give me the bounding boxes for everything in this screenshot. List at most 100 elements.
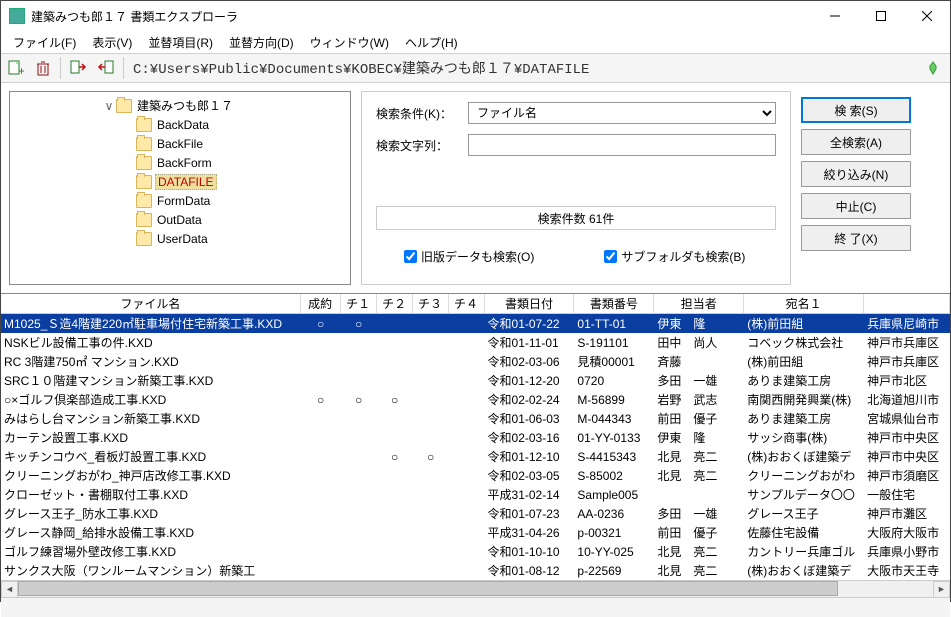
tree-item[interactable]: DATAFILE [12, 172, 348, 191]
cell [449, 428, 485, 447]
table-row[interactable]: SRC１０階建マンション新築工事.KXD令和01-12-200720多田 一雄あ… [1, 371, 950, 390]
cell [341, 504, 377, 523]
table-row[interactable]: グレース王子_防水工事.KXD令和01-07-23AA-0236多田 一雄グレー… [1, 504, 950, 523]
table-row[interactable]: RC 3階建750㎡ マンション.KXD令和02-03-06見積00001斉藤(… [1, 352, 950, 371]
tree-item[interactable]: BackData [12, 115, 348, 134]
table-row[interactable]: クリーニングおがわ_神戸店改修工事.KXD令和02-03-05S-85002北見… [1, 466, 950, 485]
table-row[interactable]: ○×ゴルフ倶楽部造成工事.KXD○○○令和02-02-24M-56899岩野 武… [1, 390, 950, 409]
import-button[interactable] [65, 55, 91, 81]
column-header[interactable]: ファイル名 [1, 294, 301, 313]
search-all-button[interactable]: 全検索(A) [801, 129, 911, 155]
table-row[interactable]: サンクス大阪（ワンルームマンション）新築工令和01-08-12p-22569北見… [1, 561, 950, 580]
horizontal-scrollbar[interactable]: ◄ ► [1, 580, 950, 597]
cell: (株)前田組 [744, 314, 864, 333]
cell [341, 352, 377, 371]
cell: 令和01-07-23 [485, 504, 575, 523]
menu-sort-dir[interactable]: 並替方向(D) [221, 32, 302, 53]
menu-help[interactable]: ヘルプ(H) [397, 32, 466, 53]
search-count: 検索件数 61件 [376, 206, 776, 230]
scroll-right-button[interactable]: ► [933, 581, 950, 598]
narrow-button[interactable]: 絞り込み(N) [801, 161, 911, 187]
export-button[interactable] [93, 55, 119, 81]
cell: クリーニングおがわ [744, 466, 864, 485]
column-header[interactable]: チ３ [413, 294, 449, 313]
search-condition-select[interactable]: ファイル名 [468, 102, 776, 124]
tree-root[interactable]: ∨建築みつも郎１７ [12, 96, 348, 115]
cell: M-044343 [574, 409, 654, 428]
cell: カーテン設置工事.KXD [1, 428, 301, 447]
menu-window[interactable]: ウィンドウ(W) [302, 32, 397, 53]
cell: 北見 亮二 [654, 561, 744, 580]
delete-button[interactable] [30, 55, 56, 81]
tree-item[interactable]: FormData [12, 191, 348, 210]
column-header[interactable] [864, 294, 950, 313]
menu-sort-item[interactable]: 並替項目(R) [140, 32, 221, 53]
grid-body[interactable]: M1025_Ｓ造4階建220㎡駐車場付住宅新築工事.KXD○○令和01-07-2… [1, 314, 950, 580]
cell [449, 466, 485, 485]
cell: 神戸市兵庫区 [864, 333, 950, 352]
cell: 神戸市中央区 [864, 428, 950, 447]
column-header[interactable]: 担当者 [654, 294, 744, 313]
column-header[interactable]: 宛名１ [744, 294, 864, 313]
cell: キッチンコウベ_看板灯設置工事.KXD [1, 447, 301, 466]
tree-item[interactable]: UserData [12, 229, 348, 248]
column-header[interactable]: 書類番号 [574, 294, 654, 313]
new-button[interactable]: + [2, 55, 28, 81]
cell [301, 561, 341, 580]
cell [413, 542, 449, 561]
cell: サンプルデータ〇〇 [744, 485, 864, 504]
table-row[interactable]: M1025_Ｓ造4階建220㎡駐車場付住宅新築工事.KXD○○令和01-07-2… [1, 314, 950, 333]
scroll-thumb[interactable] [18, 581, 838, 596]
table-row[interactable]: クローゼット・書棚取付工事.KXD平成31-02-14Sample005サンプル… [1, 485, 950, 504]
cell: 01-YY-0133 [574, 428, 654, 447]
cell [377, 314, 413, 333]
cell: Sample005 [574, 485, 654, 504]
table-row[interactable]: ゴルフ練習場外壁改修工事.KXD令和01-10-1010-YY-025北見 亮二… [1, 542, 950, 561]
cell: 多田 一雄 [654, 504, 744, 523]
folder-tree[interactable]: ∨建築みつも郎１７BackDataBackFileBackFormDATAFIL… [9, 91, 351, 285]
cell: M-56899 [574, 390, 654, 409]
cell: クリーニングおがわ_神戸店改修工事.KXD [1, 466, 301, 485]
cell: 北見 亮二 [654, 542, 744, 561]
cell: 兵庫県尼崎市 [864, 314, 950, 333]
cell [654, 485, 744, 504]
cell [341, 561, 377, 580]
cell: (株)おおくぼ建築デ [744, 447, 864, 466]
close-button[interactable] [904, 1, 950, 31]
cell [341, 523, 377, 542]
old-version-checkbox[interactable]: 旧版データも検索(O) [404, 248, 534, 265]
stop-button[interactable]: 中止(C) [801, 193, 911, 219]
column-header[interactable]: チ４ [449, 294, 485, 313]
column-header[interactable]: 書類日付 [485, 294, 575, 313]
table-row[interactable]: グレース静岡_給排水設備工事.KXD平成31-04-26p-00321前田 優子… [1, 523, 950, 542]
maximize-button[interactable] [858, 1, 904, 31]
search-button[interactable]: 検 索(S) [801, 97, 911, 123]
column-header[interactable]: 成約 [301, 294, 341, 313]
table-row[interactable]: キッチンコウベ_看板灯設置工事.KXD○○令和01-12-10S-4415343… [1, 447, 950, 466]
cell: SRC１０階建マンション新築工事.KXD [1, 371, 301, 390]
menu-view[interactable]: 表示(V) [84, 32, 140, 53]
menu-file[interactable]: ファイル(F) [5, 32, 84, 53]
column-header[interactable]: チ１ [341, 294, 377, 313]
tree-item[interactable]: OutData [12, 210, 348, 229]
search-condition-label: 検索条件(K)： [376, 105, 468, 122]
cell [449, 352, 485, 371]
subfolder-checkbox[interactable]: サブフォルダも検索(B) [604, 248, 745, 265]
close-app-button[interactable]: 終 了(X) [801, 225, 911, 251]
pin-icon[interactable] [920, 55, 946, 81]
table-row[interactable]: NSKビル設備工事の件.KXD令和01-11-01S-191101田中 尚人コベ… [1, 333, 950, 352]
cell [377, 409, 413, 428]
tree-item[interactable]: BackForm [12, 153, 348, 172]
column-header[interactable]: チ２ [377, 294, 413, 313]
tree-item[interactable]: BackFile [12, 134, 348, 153]
cell [377, 333, 413, 352]
search-text-input[interactable] [468, 134, 776, 156]
table-row[interactable]: カーテン設置工事.KXD令和02-03-1601-YY-0133伊東 隆サッシ商… [1, 428, 950, 447]
cell [301, 504, 341, 523]
table-row[interactable]: みはらし台マンション新築工事.KXD令和01-06-03M-044343前田 優… [1, 409, 950, 428]
scroll-left-button[interactable]: ◄ [1, 581, 18, 598]
minimize-button[interactable] [812, 1, 858, 31]
cell [341, 371, 377, 390]
title-bar: 建築みつも郎１７ 書類エクスプローラ [1, 1, 950, 31]
cell [413, 333, 449, 352]
